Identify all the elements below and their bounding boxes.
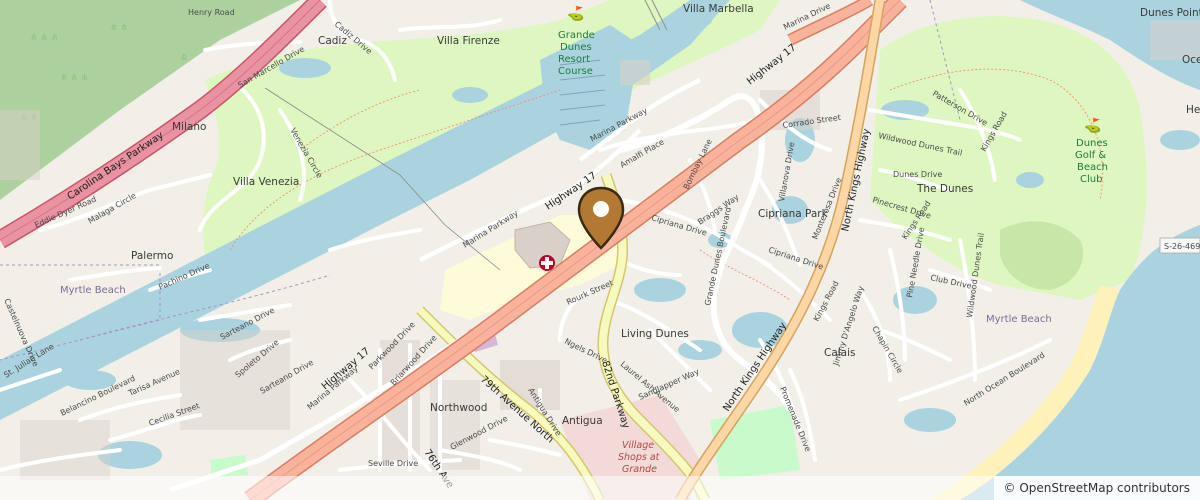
golf-icon-dunes-club: ⛳ bbox=[1084, 117, 1101, 134]
label-villa-firenze: Villa Firenze bbox=[437, 35, 500, 47]
svg-text:⋔ ⋔ ⋔: ⋔ ⋔ ⋔ bbox=[60, 73, 88, 83]
label-dunes-drive: Dunes Drive bbox=[893, 170, 942, 179]
map-canvas[interactable]: ⋔ ⋔ ⋔ ⋔ ⋔ ⋔ ⋔ ⋔ ⋔ ⋔ ⋔ bbox=[0, 0, 1200, 500]
label-village-shops-1: Village bbox=[622, 440, 654, 451]
label-village-shops-3: Grande bbox=[622, 464, 657, 475]
label-myrtle-beach-east: Myrtle Beach bbox=[986, 314, 1052, 325]
svg-text:⋔ ⋔ ⋔: ⋔ ⋔ ⋔ bbox=[30, 33, 58, 43]
label-ocean-partial: Oce bbox=[1182, 54, 1200, 66]
label-cadiz: Cadiz bbox=[318, 35, 347, 47]
svg-text:⋔ ⋔: ⋔ ⋔ bbox=[110, 23, 128, 33]
label-northwood: Northwood bbox=[430, 402, 487, 414]
label-dunes-club-1: Dunes bbox=[1076, 138, 1108, 149]
label-grande-dunes-3: Resort bbox=[558, 54, 590, 65]
label-dunes-club-2: Golf & bbox=[1075, 150, 1106, 161]
label-s26: S-26-469 bbox=[1164, 242, 1200, 251]
label-dunes-pointe: Dunes Pointe bbox=[1140, 7, 1200, 19]
label-dunes-club-3: Beach bbox=[1077, 162, 1108, 173]
label-the-dunes: The Dunes bbox=[916, 183, 973, 195]
label-villa-marbella: Villa Marbella bbox=[683, 3, 754, 15]
svg-text:⛳: ⛳ bbox=[567, 5, 584, 22]
hospital-icon[interactable] bbox=[539, 255, 555, 271]
label-grande-dunes-2: Dunes bbox=[560, 42, 592, 53]
label-dunes-club-4: Club bbox=[1080, 174, 1102, 185]
label-calais: Calais bbox=[824, 347, 856, 359]
label-villa-venezia: Villa Venezia bbox=[233, 176, 299, 188]
label-seville-drive: Seville Drive bbox=[368, 459, 418, 468]
golf-icon-resort: ⛳ bbox=[567, 5, 584, 22]
map-attribution[interactable]: © OpenStreetMap contributors bbox=[993, 476, 1200, 500]
label-grande-dunes-1: Grande bbox=[558, 30, 595, 41]
label-myrtle-beach-west: Myrtle Beach bbox=[60, 285, 126, 296]
label-milano: Milano bbox=[172, 121, 206, 133]
label-he-partial: He bbox=[1186, 104, 1200, 116]
label-palermo: Palermo bbox=[131, 250, 173, 262]
label-grande-dunes-4: Course bbox=[558, 66, 593, 77]
location-pin-marker[interactable] bbox=[576, 186, 626, 250]
label-antigua: Antigua bbox=[562, 415, 603, 427]
label-henry-road: Henry Road bbox=[188, 8, 235, 17]
map-marker-icon bbox=[577, 186, 625, 250]
map-svg: ⋔ ⋔ ⋔ ⋔ ⋔ ⋔ ⋔ ⋔ ⋔ ⋔ ⋔ bbox=[0, 0, 1200, 500]
svg-text:⋔: ⋔ bbox=[180, 53, 188, 63]
label-living-dunes: Living Dunes bbox=[621, 328, 689, 340]
svg-text:⛳: ⛳ bbox=[1084, 117, 1101, 134]
label-village-shops-2: Shops at bbox=[618, 452, 661, 463]
